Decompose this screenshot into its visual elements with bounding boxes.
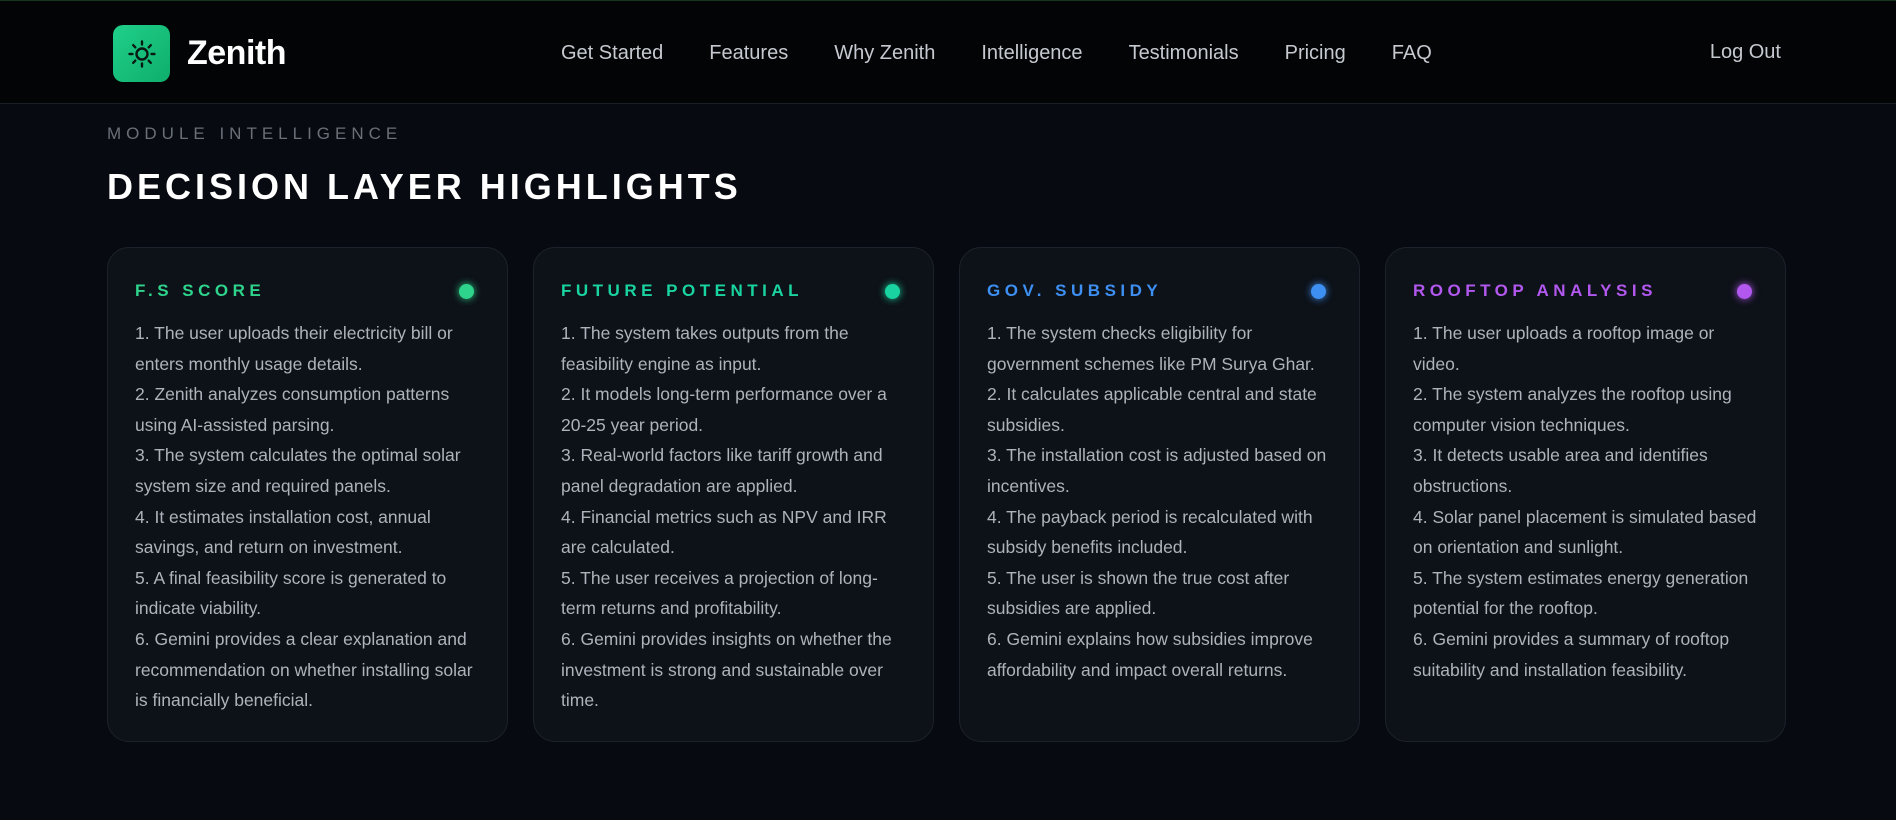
- step-item: 3. The installation cost is adjusted bas…: [987, 445, 1327, 496]
- nav-faq[interactable]: FAQ: [1392, 42, 1432, 65]
- nav-pricing[interactable]: Pricing: [1285, 42, 1346, 65]
- step-item: 4. The payback period is recalculated wi…: [987, 506, 1313, 558]
- nav-intelligence[interactable]: Intelligence: [981, 42, 1082, 65]
- nav-testimonials[interactable]: Testimonials: [1129, 42, 1239, 65]
- highlight-cards: F.S SCORE 1. The user uploads their elect…: [107, 247, 1786, 742]
- brand[interactable]: Zenith: [113, 25, 286, 82]
- step-item: 5. The user is shown the true cost after…: [987, 567, 1290, 619]
- main-nav: Get Started Features Why Zenith Intellig…: [561, 1, 1432, 105]
- status-dot-icon: [459, 283, 474, 299]
- card-steps-list: 1. The system checks eligibility for gov…: [987, 318, 1332, 685]
- step-item: 2. It models long-term performance over …: [561, 384, 887, 435]
- nav-why-zenith[interactable]: Why Zenith: [834, 42, 935, 65]
- future-potential-card: FUTURE POTENTIAL 1. The system takes outp…: [533, 247, 934, 742]
- step-item: 2. The system analyzes the rooftop using…: [1413, 384, 1732, 435]
- step-item: 3. Real-world factors like tariff growth…: [561, 445, 883, 496]
- fs-score-card: F.S SCORE 1. The user uploads their elect…: [107, 247, 508, 742]
- step-item: 3. It detects usable area and identifies…: [1413, 445, 1708, 496]
- step-item: 5. A final feasibility score is generate…: [135, 567, 447, 619]
- card-steps-list: 1. The user uploads a rooftop image or v…: [1413, 318, 1758, 685]
- card-header: FUTURE POTENTIAL: [561, 278, 906, 304]
- step-item: 4. Financial metrics such as NPV and IRR…: [561, 506, 887, 558]
- card-header: F.S SCORE: [135, 278, 480, 304]
- card-title: FUTURE POTENTIAL: [561, 281, 803, 300]
- gov-subsidy-card: GOV. SUBSIDY 1. The system checks eligibi…: [959, 247, 1360, 742]
- step-item: 4. It estimates installation cost, annua…: [135, 506, 431, 558]
- nav-features[interactable]: Features: [709, 42, 788, 65]
- card-title: ROOFTOP ANALYSIS: [1413, 281, 1657, 300]
- status-dot-icon: [1311, 283, 1326, 299]
- card-steps-list: 1. The system takes outputs from the fea…: [561, 318, 906, 716]
- step-item: 3. The system calculates the optimal sol…: [135, 445, 461, 496]
- logo-tile: [113, 25, 170, 82]
- rooftop-analysis-card: ROOFTOP ANALYSIS 1. The user uploads a ro…: [1385, 247, 1786, 742]
- card-steps-list: 1. The user uploads their electricity bi…: [135, 318, 480, 716]
- nav-get-started[interactable]: Get Started: [561, 42, 663, 65]
- step-item: 1. The system takes outputs from the fea…: [561, 323, 849, 374]
- step-item: 6. Gemini provides insights on whether t…: [561, 628, 892, 711]
- step-item: 6. Gemini provides a summary of rooftop …: [1413, 628, 1730, 680]
- top-navbar: Zenith Get Started Features Why Zenith I…: [0, 0, 1896, 104]
- brand-name: Zenith: [187, 34, 286, 72]
- card-header: GOV. SUBSIDY: [987, 278, 1332, 304]
- step-item: 1. The system checks eligibility for gov…: [987, 323, 1315, 374]
- step-item: 5. The system estimates energy generatio…: [1413, 567, 1749, 619]
- card-title: GOV. SUBSIDY: [987, 281, 1163, 300]
- step-item: 2. Zenith analyzes consumption patterns …: [135, 384, 450, 435]
- card-title: F.S SCORE: [135, 281, 266, 300]
- step-item: 6. Gemini explains how subsidies improve…: [987, 628, 1313, 680]
- step-item: 1. The user uploads a rooftop image or v…: [1413, 323, 1715, 374]
- step-item: 5. The user receives a projection of lon…: [561, 567, 878, 619]
- step-item: 1. The user uploads their electricity bi…: [135, 323, 453, 374]
- sun-icon: [127, 39, 156, 68]
- card-header: ROOFTOP ANALYSIS: [1413, 278, 1758, 304]
- step-item: 2. It calculates applicable central and …: [987, 384, 1317, 435]
- logout-button[interactable]: Log Out: [1710, 41, 1781, 64]
- step-item: 4. Solar panel placement is simulated ba…: [1413, 506, 1757, 558]
- section-eyebrow: MODULE INTELLIGENCE: [107, 124, 403, 143]
- status-dot-icon: [1737, 283, 1752, 299]
- step-item: 6. Gemini provides a clear explanation a…: [135, 628, 473, 711]
- status-dot-icon: [885, 283, 900, 299]
- section-title: DECISION LAYER HIGHLIGHTS: [107, 166, 742, 207]
